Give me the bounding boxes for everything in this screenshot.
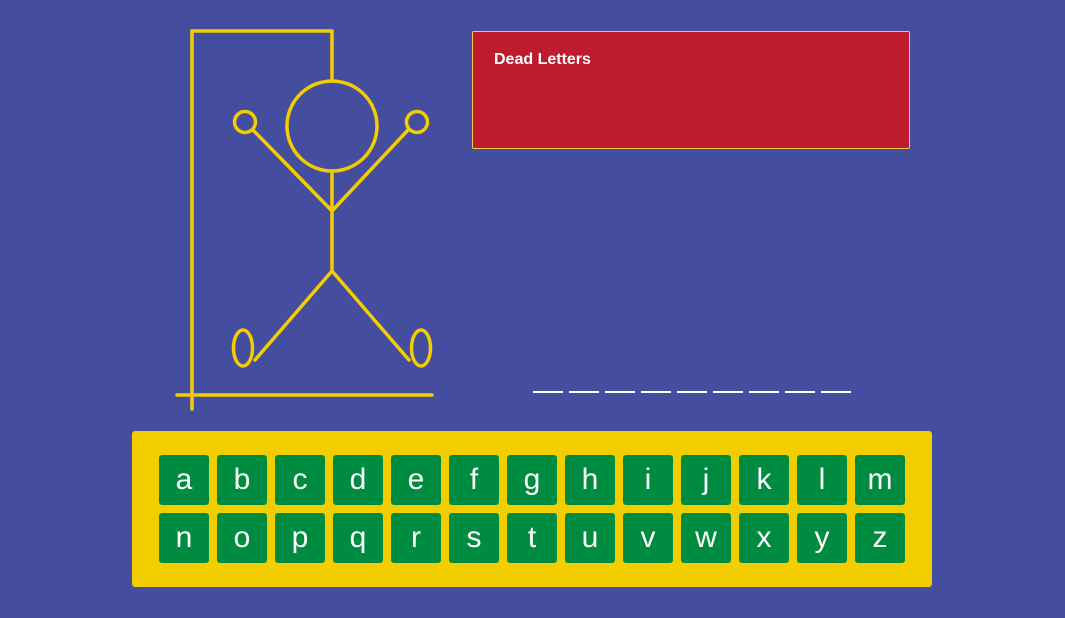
key-r[interactable]: r (391, 513, 441, 563)
key-w[interactable]: w (681, 513, 731, 563)
key-e[interactable]: e (391, 455, 441, 505)
hangman-left-leg (253, 269, 334, 362)
hangman-right-foot (409, 328, 433, 368)
hangman-left-hand (232, 109, 258, 135)
keyboard-row-1: a b c d e f g h i j k l m (159, 455, 932, 505)
key-n[interactable]: n (159, 513, 209, 563)
letter-slot (605, 378, 635, 393)
key-x[interactable]: x (739, 513, 789, 563)
keyboard-row-2: n o p q r s t u v w x y z (159, 513, 932, 563)
key-l[interactable]: l (797, 455, 847, 505)
letter-slot (569, 378, 599, 393)
letter-slot (713, 378, 743, 393)
key-v[interactable]: v (623, 513, 673, 563)
dead-letters-panel: Dead Letters (472, 31, 910, 149)
letter-slot (821, 378, 851, 393)
key-m[interactable]: m (855, 455, 905, 505)
key-q[interactable]: q (333, 513, 383, 563)
key-a[interactable]: a (159, 455, 209, 505)
hangman-right-hand (404, 109, 430, 135)
letter-slot (749, 378, 779, 393)
key-k[interactable]: k (739, 455, 789, 505)
key-f[interactable]: f (449, 455, 499, 505)
key-b[interactable]: b (217, 455, 267, 505)
key-t[interactable]: t (507, 513, 557, 563)
hangman-drawing (175, 29, 434, 411)
key-u[interactable]: u (565, 513, 615, 563)
hangman-left-foot (231, 328, 255, 368)
letter-slot (677, 378, 707, 393)
letter-slot (641, 378, 671, 393)
key-p[interactable]: p (275, 513, 325, 563)
key-s[interactable]: s (449, 513, 499, 563)
key-h[interactable]: h (565, 455, 615, 505)
key-y[interactable]: y (797, 513, 847, 563)
letter-keyboard: a b c d e f g h i j k l m n o p q r s t … (132, 431, 932, 587)
key-g[interactable]: g (507, 455, 557, 505)
key-o[interactable]: o (217, 513, 267, 563)
key-i[interactable]: i (623, 455, 673, 505)
letter-slot (785, 378, 815, 393)
letter-slot (533, 378, 563, 393)
key-j[interactable]: j (681, 455, 731, 505)
key-z[interactable]: z (855, 513, 905, 563)
key-d[interactable]: d (333, 455, 383, 505)
dead-letters-title: Dead Letters (494, 51, 591, 68)
hangman-head (285, 79, 379, 173)
word-slots (533, 378, 851, 393)
key-c[interactable]: c (275, 455, 325, 505)
hangman-right-leg (330, 269, 411, 362)
